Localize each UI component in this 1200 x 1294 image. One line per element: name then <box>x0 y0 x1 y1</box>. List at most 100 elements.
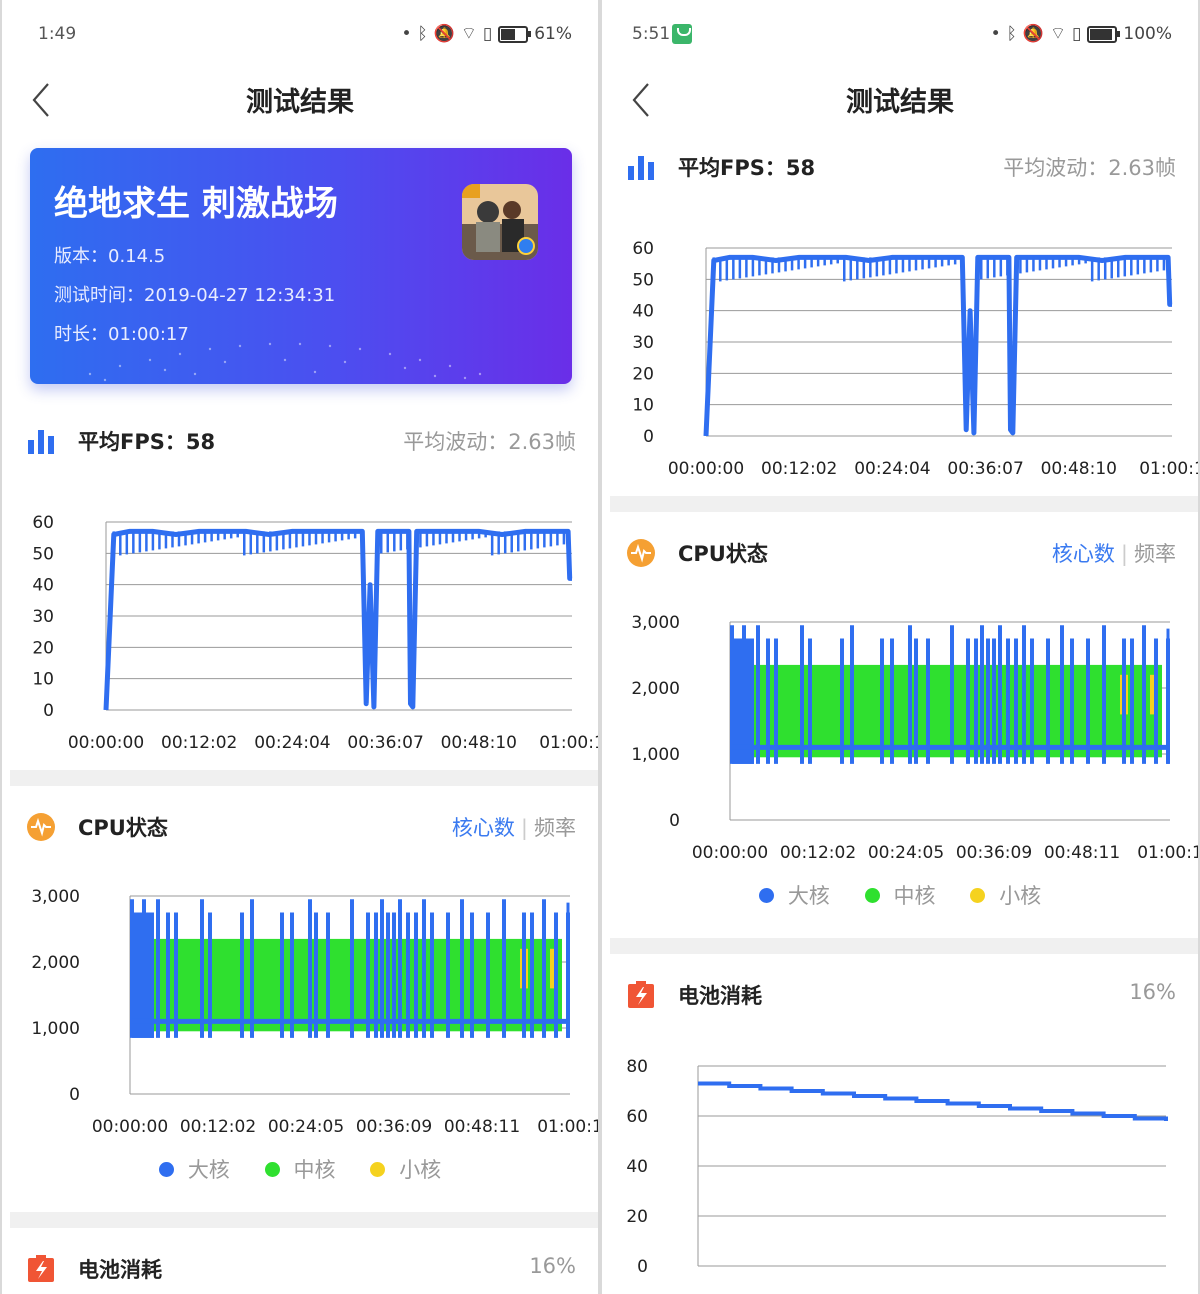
y-tick-label: 20 <box>632 364 654 384</box>
notification-icon <box>672 24 692 44</box>
cpu-chart: 0 1,000 2,000 3,000 00:00:00 00:12:02 00:24:05… <box>631 613 1198 863</box>
x-tick-label: 00:36:07 <box>347 733 423 753</box>
alert-icon: ▯ <box>482 24 493 44</box>
y-tick-label: 50 <box>632 270 654 290</box>
game-info-card: 绝地求生 刺激战场 版本：0.14.5 测试时间：2019-04-27 12:3… <box>30 148 572 384</box>
section-divider <box>10 770 598 786</box>
fps-chart: 0 10 20 30 40 50 60 00:00:00 00:12:02 00:24:04 00:… <box>32 513 598 753</box>
mute-icon: 🔕 <box>1022 24 1045 44</box>
cpu-section-header: CPU状态 核心数 | 频率 <box>602 534 1198 574</box>
status-bar: 5:51 • ᛒ 🔕 ⌔ ▯ 100% <box>602 18 1198 52</box>
legend-big-core: 大核 <box>158 1154 230 1184</box>
x-tick-label: 01:00:1 <box>1139 459 1198 479</box>
x-tick-label: 00:24:05 <box>268 1117 344 1137</box>
legend-small-core: 小核 <box>970 880 1041 910</box>
y-tick-label: 10 <box>632 396 654 416</box>
battery-section-header: 电池消耗 16% <box>602 976 1198 1016</box>
battery-percent: 61% <box>534 24 572 44</box>
bar-chart-icon <box>628 156 654 180</box>
x-tick-label: 00:00:00 <box>68 733 144 753</box>
y-tick-label: 0 <box>637 1257 648 1277</box>
status-bar: 1:49 • ᛒ 🔕 ⌔ ▯ 61% <box>2 18 598 52</box>
x-tick-label: 00:48:10 <box>441 733 517 753</box>
nav-bar: 测试结果 <box>2 72 598 128</box>
status-time: 5:51 <box>632 24 671 44</box>
y-tick-label: 10 <box>32 670 54 690</box>
y-tick-label: 0 <box>69 1085 80 1105</box>
y-tick-label: 20 <box>32 638 54 658</box>
fps-fluctuation: 平均波动：2.63帧 <box>403 430 576 454</box>
pulse-circle-icon <box>627 539 655 567</box>
bar-chart-icon <box>28 430 54 454</box>
cpu-legend: 大核 中核 小核 <box>2 1154 598 1184</box>
fps-title: 平均FPS：58 <box>678 156 816 180</box>
nav-bar: 测试结果 <box>602 72 1198 128</box>
x-tick-label: 00:36:09 <box>356 1117 432 1137</box>
y-tick-label: 0 <box>669 811 680 831</box>
y-tick-label: 40 <box>626 1157 648 1177</box>
y-tick-label: 2,000 <box>31 953 80 973</box>
x-tick-label: 00:12:02 <box>780 843 856 863</box>
mid-core-area <box>152 938 562 1032</box>
battery-title: 电池消耗 <box>78 1258 162 1282</box>
fps-section-header: 平均FPS：58 平均波动：2.63帧 <box>602 148 1198 188</box>
legend-big-core: 大核 <box>758 880 830 910</box>
cpu-view-toggle: 核心数 | 频率 <box>1051 542 1176 566</box>
x-tick-label: 00:48:11 <box>1044 843 1120 863</box>
x-tick-label: 00:36:09 <box>956 843 1032 863</box>
game-app-icon <box>462 184 538 260</box>
y-tick-label: 1,000 <box>31 1019 80 1039</box>
y-tick-label: 20 <box>626 1207 648 1227</box>
y-tick-label: 30 <box>32 607 54 627</box>
tab-cores[interactable]: 核心数 <box>452 816 515 840</box>
status-icons: • ᛒ 🔕 ⌔ ▯ 100% <box>991 24 1172 44</box>
tab-frequency[interactable]: 频率 <box>534 816 576 840</box>
fps-section-header: 平均FPS：58 平均波动：2.63帧 <box>2 422 598 462</box>
cpu-chart: 0 1,000 2,000 3,000 00:00:00 00:12:02 00:24:05… <box>31 887 598 1137</box>
y-tick-label: 60 <box>32 513 54 533</box>
battery-icon <box>498 25 532 43</box>
tab-frequency[interactable]: 频率 <box>1134 542 1176 566</box>
y-tick-label: 1,000 <box>631 745 680 765</box>
legend-mid-core: 中核 <box>264 1154 336 1184</box>
x-tick-label: 00:48:11 <box>444 1117 520 1137</box>
pulse-circle-icon <box>27 813 55 841</box>
cpu-section-header: CPU状态 核心数 | 频率 <box>2 808 598 848</box>
x-tick-label: 00:48:10 <box>1041 459 1117 479</box>
battery-title: 电池消耗 <box>678 984 762 1008</box>
page-title: 测试结果 <box>846 87 954 118</box>
page-title: 测试结果 <box>246 87 354 118</box>
x-tick-label: 01:00:1 <box>1137 843 1198 863</box>
y-tick-label: 30 <box>632 333 654 353</box>
section-divider <box>610 496 1198 512</box>
x-tick-label: 01:00:1 <box>539 733 598 753</box>
battery-bolt-icon <box>628 981 654 1008</box>
game-version: 版本：0.14.5 <box>54 246 166 267</box>
phone-screen-right: 5:51 • ᛒ 🔕 ⌔ ▯ 100% 测试结果 平均FPS：58 平均波动：2… <box>602 0 1198 1294</box>
x-tick-label: 00:00:00 <box>692 843 768 863</box>
legend-mid-core: 中核 <box>864 880 936 910</box>
x-tick-label: 00:12:02 <box>180 1117 256 1137</box>
bluetooth-icon: ᛒ <box>417 24 428 44</box>
tab-cores[interactable]: 核心数 <box>1052 542 1115 566</box>
y-tick-label: 40 <box>32 576 54 596</box>
x-tick-label: 00:12:02 <box>161 733 237 753</box>
fps-fluctuation: 平均波动：2.63帧 <box>1003 156 1176 180</box>
y-tick-label: 60 <box>632 239 654 259</box>
battery-bolt-icon <box>28 1255 54 1282</box>
section-divider <box>10 1212 598 1228</box>
y-tick-label: 3,000 <box>31 887 80 907</box>
battery-section-header: 电池消耗 16% <box>2 1250 598 1290</box>
fps-series-line <box>703 254 1173 437</box>
battery-percent: 100% <box>1123 24 1172 44</box>
wifi-icon: ⌔ <box>1050 24 1067 44</box>
x-tick-label: 00:24:04 <box>254 733 330 753</box>
cpu-title: CPU状态 <box>78 816 168 840</box>
fps-chart: 0 10 20 30 40 50 60 00:00:00 00:12:02 00:24:04 00:… <box>632 239 1198 479</box>
cpu-view-toggle: 核心数 | 频率 <box>451 816 576 840</box>
battery-consumption: 16% <box>529 1254 576 1278</box>
section-divider <box>610 938 1198 954</box>
game-name: 绝地求生 刺激战场 <box>54 184 338 224</box>
battery-series-line <box>698 1081 1168 1121</box>
x-tick-label: 00:24:05 <box>868 843 944 863</box>
